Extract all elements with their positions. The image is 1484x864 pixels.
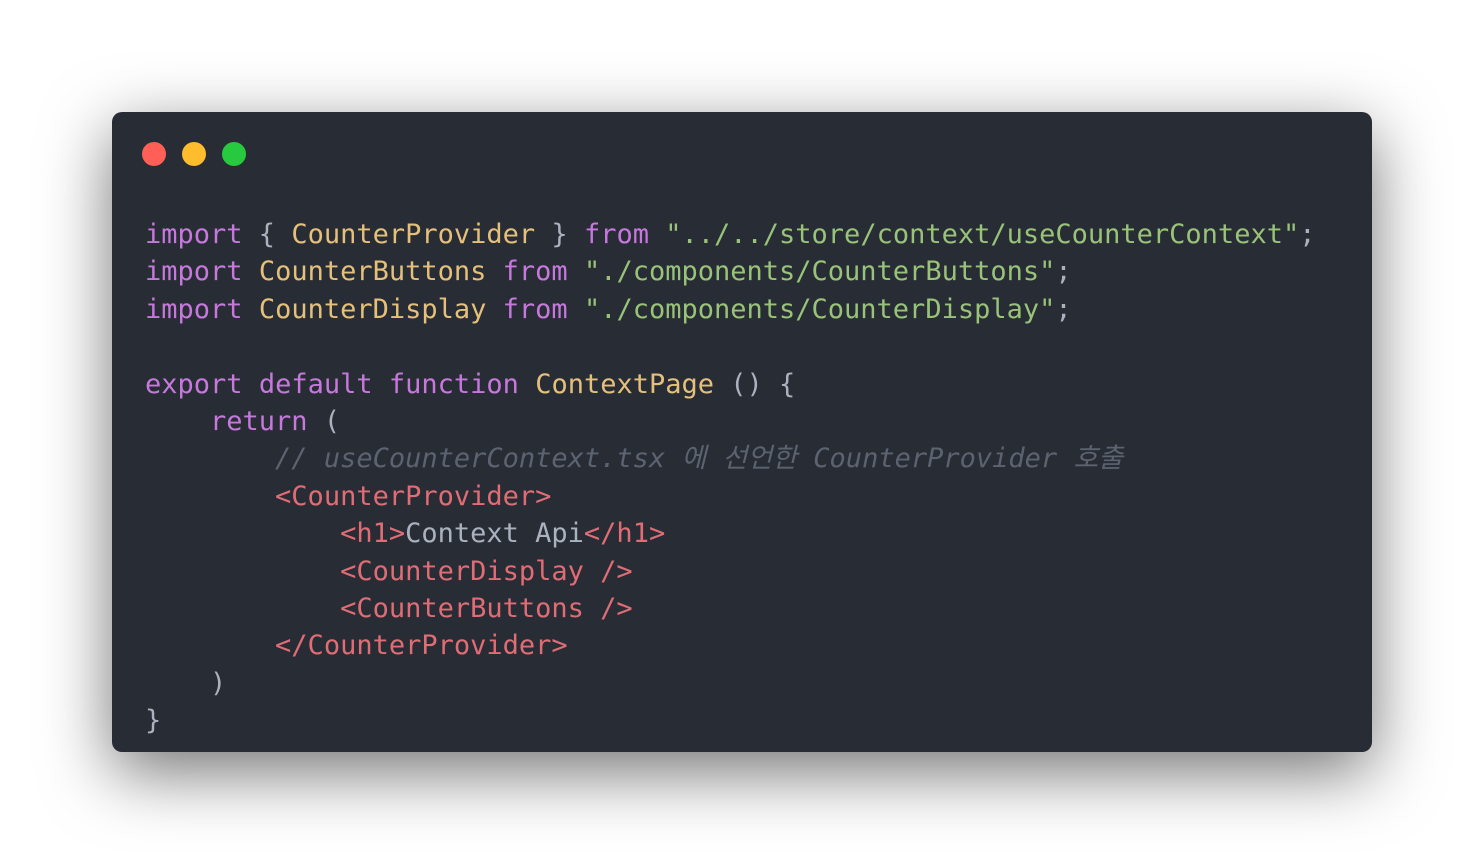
code-token: ( <box>307 405 341 437</box>
code-token: import <box>145 219 243 250</box>
code-line: <h1>Context Api</h1> <box>145 515 1315 552</box>
code-token: CounterProvider <box>291 219 536 250</box>
code-token: from <box>502 293 568 325</box>
window-controls <box>142 142 246 166</box>
code-token: } <box>145 705 162 737</box>
minimize-dot-icon[interactable] <box>182 142 206 166</box>
code-token: ) <box>145 667 227 699</box>
code-token: export <box>145 368 243 400</box>
code-token: // useCounterContext.tsx 에 선언한 CounterPr… <box>275 443 1124 475</box>
code-line: </CounterProvider> <box>145 627 1315 664</box>
code-token: from <box>502 256 568 288</box>
code-token: CounterDisplay <box>258 293 487 325</box>
code-token: () { <box>714 368 796 400</box>
code-token: </h1> <box>583 518 666 550</box>
code-line: import CounterDisplay from "./components… <box>145 291 1315 328</box>
code-token: } <box>535 219 584 250</box>
code-token: ContextPage <box>535 368 714 400</box>
code-line: } <box>145 702 1315 739</box>
code-token: function <box>388 368 519 400</box>
code-token: ; <box>1299 219 1316 250</box>
code-token: CounterButtons <box>258 256 487 288</box>
code-token: "./components/CounterButtons" <box>583 256 1056 288</box>
code-line: export default function ContextPage () { <box>145 366 1315 403</box>
code-token: Context Api <box>405 518 584 550</box>
code-token: "../../store/context/useCounterContext" <box>665 219 1300 250</box>
code-token: { <box>242 219 292 250</box>
code-token: <h1> <box>340 518 406 550</box>
code-token: return <box>210 405 308 437</box>
code-token: import <box>145 256 243 288</box>
code-window: import { CounterProvider } from "../../s… <box>112 112 1372 752</box>
code-token: import <box>145 293 243 325</box>
code-token: from <box>583 219 649 250</box>
close-dot-icon[interactable] <box>142 142 166 166</box>
code-token: <CounterDisplay /> <box>340 555 633 587</box>
code-block: import { CounterProvider } from "../../s… <box>145 216 1315 739</box>
code-line: // useCounterContext.tsx 에 선언한 CounterPr… <box>145 440 1315 477</box>
code-token: "./components/CounterDisplay" <box>583 293 1056 325</box>
code-line: import CounterButtons from "./components… <box>145 253 1315 290</box>
code-line: <CounterProvider> <box>145 478 1315 515</box>
code-token: <CounterProvider> <box>275 480 552 512</box>
code-line: <CounterDisplay /> <box>145 553 1315 590</box>
code-line: import { CounterProvider } from "../../s… <box>145 216 1315 253</box>
code-token: default <box>258 368 373 400</box>
maximize-dot-icon[interactable] <box>222 142 246 166</box>
code-token: ; <box>1055 293 1072 325</box>
code-line: <CounterButtons /> <box>145 590 1315 627</box>
code-line: return ( <box>145 403 1315 440</box>
code-token: <CounterButtons /> <box>340 592 633 624</box>
code-token: </CounterProvider> <box>275 630 568 662</box>
code-token: ; <box>1055 256 1072 288</box>
code-line: ) <box>145 665 1315 702</box>
